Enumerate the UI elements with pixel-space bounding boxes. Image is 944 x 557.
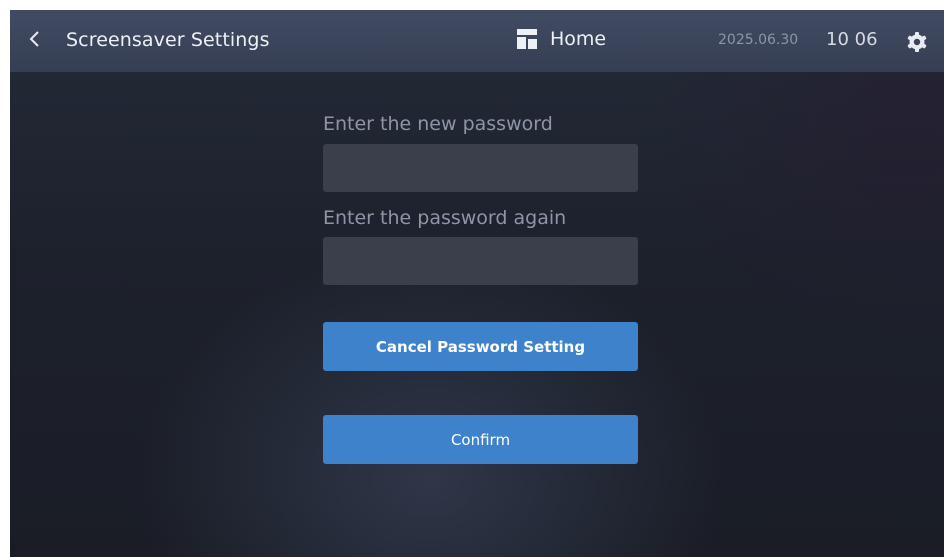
gear-icon [907,32,927,52]
new-password-input[interactable] [323,144,638,192]
new-password-label: Enter the new password [323,113,553,135]
confirm-password-input[interactable] [323,237,638,285]
confirm-button[interactable]: Confirm [323,415,638,464]
home-label: Home [550,28,607,50]
screen: Screensaver Settings Home 2025.06.30 10 … [10,10,944,557]
top-bar: Screensaver Settings Home 2025.06.30 10 … [10,10,944,72]
time-display: 10 06 [826,29,878,50]
cancel-password-setting-button[interactable]: Cancel Password Setting [323,322,638,371]
back-button[interactable] [22,24,48,54]
chevron-left-icon [29,31,39,47]
home-panel-icon [517,29,537,49]
page-title: Screensaver Settings [66,29,270,51]
confirm-password-label: Enter the password again [323,207,567,229]
settings-button[interactable] [906,31,928,53]
date-display: 2025.06.30 [718,32,799,48]
